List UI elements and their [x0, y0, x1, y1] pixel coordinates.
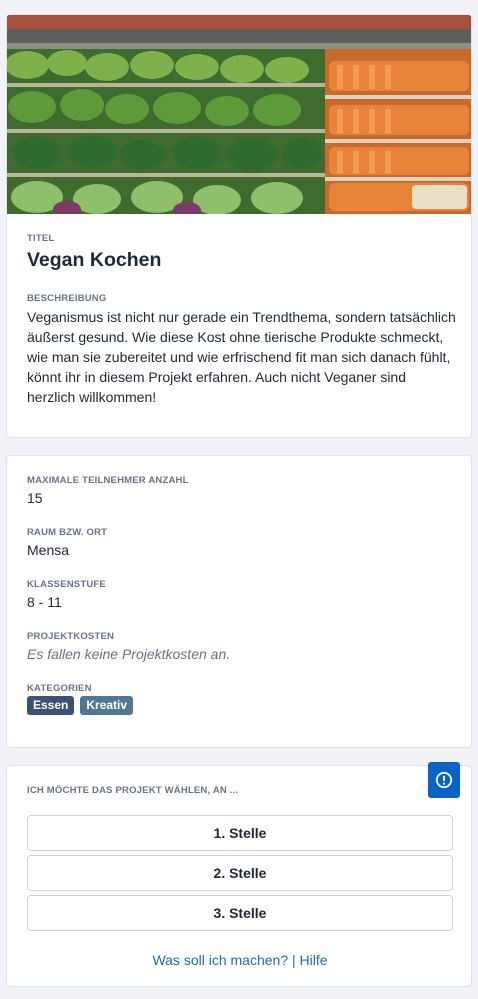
- project-description: Veganismus ist nicht nur gerade ein Tren…: [27, 309, 456, 405]
- grade-value: 8 - 11: [27, 594, 62, 610]
- choice-button-3[interactable]: 3. Stelle: [27, 895, 453, 931]
- description-label: BESCHREIBUNG: [27, 293, 107, 304]
- category-badge-essen: Essen: [27, 696, 75, 715]
- max-participants-label: MAXIMALE TEILNEHMER ANZAHL: [27, 475, 189, 486]
- project-choice-card: ICH MÖCHTE DAS PROJEKT WÄHLEN, AN ... 1.…: [6, 765, 472, 987]
- title-label: TITEL: [27, 233, 55, 244]
- project-title: Vegan Kochen: [27, 249, 162, 271]
- grade-label: KLASSENSTUFE: [27, 579, 106, 590]
- project-details-card: MAXIMALE TEILNEHMER ANZAHL 15 RAUM BZW. …: [6, 455, 472, 748]
- help-link[interactable]: Was soll ich machen? | Hilfe: [7, 952, 473, 968]
- vegetable-shelf-image: [7, 15, 471, 214]
- project-card: TITEL Vegan Kochen BESCHREIBUNG Veganism…: [6, 14, 472, 438]
- choice-button-2[interactable]: 2. Stelle: [27, 855, 453, 891]
- categories-label: KATEGORIEN: [27, 683, 92, 694]
- category-badge-kreativ: Kreativ: [80, 696, 134, 715]
- info-button[interactable]: [428, 762, 460, 798]
- exclamation-circle-icon: [435, 771, 453, 789]
- room-value: Mensa: [27, 542, 70, 558]
- category-badges: Essen Kreativ: [27, 696, 134, 715]
- cost-label: PROJEKTKOSTEN: [27, 631, 115, 642]
- room-label: RAUM BZW. ORT: [27, 527, 108, 538]
- cost-value: Es fallen keine Projektkosten an.: [27, 646, 231, 662]
- max-participants-value: 15: [27, 490, 43, 506]
- choice-heading: ICH MÖCHTE DAS PROJEKT WÄHLEN, AN ...: [27, 785, 239, 796]
- choice-button-1[interactable]: 1. Stelle: [27, 815, 453, 851]
